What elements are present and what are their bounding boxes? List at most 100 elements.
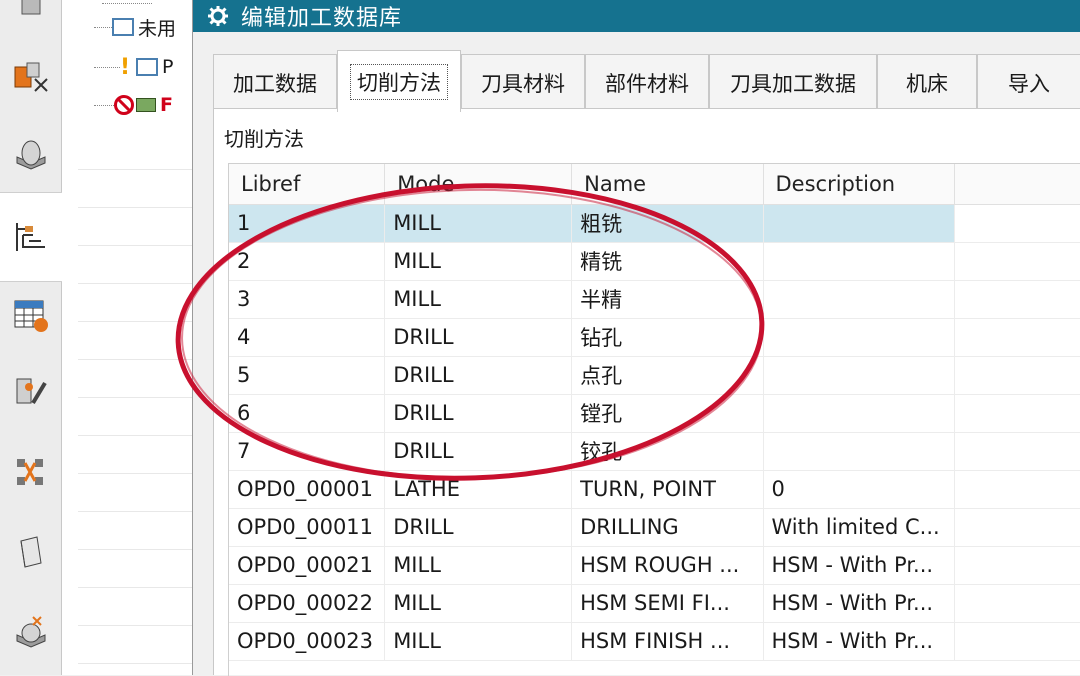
cell-mode: DRILL [384,394,573,433]
tool-setting-icon[interactable] [6,368,56,418]
cell-mode: DRILL [384,318,573,357]
table-row[interactable]: OPD0_00022 MILL HSM SEMI FI... HSM - With P… [229,584,1080,623]
cell-mode: MILL [384,204,573,243]
cell-libref: OPD0_00001 [229,470,386,509]
column-header-mode[interactable]: Mode [384,164,573,205]
column-header-name[interactable]: Name [571,164,764,205]
table-row[interactable]: OPD0_00023 MILL HSM FINISH ... HSM - With P… [229,622,1080,661]
cell-description [763,432,956,471]
cell-name: 镗孔 [571,394,764,433]
cell-mode: MILL [384,242,573,281]
cell-name: HSM SEMI FI... [571,584,764,623]
cell-filler [954,242,1080,281]
cell-name: 半精 [571,280,764,319]
table-row[interactable]: 7 DRILL 铰孔 [229,432,1080,471]
cell-description [763,204,956,243]
library-icon[interactable] [6,528,56,578]
cell-description: 0 [763,470,956,509]
process-icon[interactable] [6,448,56,498]
tab-panel-cut-methods: 切削方法 Libref Mode Name Description 1 MILL 粗… [213,108,1080,676]
operation-icon [136,98,156,112]
tab-strip: 加工数据 切削方法 刀具材料 部件材料 刀具加工数据 机床 导入 [213,50,1080,112]
cell-name: HSM ROUGH ... [571,546,764,585]
table-row[interactable]: OPD0_00001 LATHE TURN, POINT 0 [229,470,1080,509]
tab-label: 加工数据 [233,71,317,96]
cell-name: 粗铣 [571,204,764,243]
cell-mode: MILL [384,280,573,319]
cell-libref: 3 [229,280,386,319]
assembly-icon[interactable] [6,52,56,102]
cell-libref: OPD0_00023 [229,622,386,661]
tab-label: 导入 [1008,71,1050,96]
left-toolbar [0,0,62,675]
cell-filler [954,470,1080,509]
table-row[interactable]: 6 DRILL 镗孔 [229,394,1080,433]
folder-icon [136,58,159,76]
cell-name: 钻孔 [571,318,764,357]
cell-mode: DRILL [384,356,573,395]
cell-filler [954,356,1080,395]
table-row[interactable]: 4 DRILL 钻孔 [229,318,1080,357]
cell-filler [954,546,1080,585]
cell-filler [954,584,1080,623]
tree-item-warning[interactable]: ! P [62,54,202,80]
tree-item-label: 未用 [138,17,177,40]
tab-machine-tool[interactable]: 机床 [877,54,977,110]
operation-navigator-tree: 未用 ! P F [62,0,202,675]
feature-icon[interactable] [6,608,56,658]
table-icon[interactable] [6,290,56,340]
tab-tool-materials[interactable]: 刀具材料 [461,54,585,110]
cell-libref: 1 [229,204,386,243]
tab-label: 刀具材料 [481,71,565,96]
cell-libref: OPD0_00021 [229,546,386,585]
column-header-libref[interactable]: Libref [229,164,386,205]
cell-mode: DRILL [384,508,573,547]
cell-description: With limited C... [763,508,956,547]
table-row[interactable]: OPD0_00011 DRILL DRILLING With limited C... [229,508,1080,547]
table-row[interactable]: 3 MILL 半精 [229,280,1080,319]
operation-navigator-icon[interactable] [0,192,62,282]
table-header-row: Libref Mode Name Description [229,164,1080,205]
edit-machining-database-dialog: 编辑加工数据库 加工数据 切削方法 刀具材料 部件材料 刀具加工数据 机床 导入… [192,0,1080,676]
cell-filler [954,394,1080,433]
cell-mode: MILL [384,584,573,623]
tab-label: 机床 [906,71,948,96]
cell-libref: OPD0_00011 [229,508,386,547]
cell-libref: 6 [229,394,386,433]
tree-item-unused[interactable]: 未用 [62,14,202,40]
cell-description: HSM - With Pr... [763,622,956,661]
dialog-title-bar[interactable]: 编辑加工数据库 [193,0,1080,32]
cell-mode: MILL [384,546,573,585]
tab-import[interactable]: 导入 [977,54,1080,110]
cell-libref: 5 [229,356,386,395]
table-row[interactable]: OPD0_00021 MILL HSM ROUGH ... HSM - With Pr… [229,546,1080,585]
machine-tool-icon[interactable] [6,130,56,180]
cell-name: 精铣 [571,242,764,281]
cell-mode: LATHE [384,470,573,509]
table-body: 1 MILL 粗铣 2 MILL 精铣 3 MILL 半精 4 DRILL 钻孔 5 DRILL 点孔 6 DR… [229,204,1080,661]
table-row[interactable]: 1 MILL 粗铣 [229,204,1080,243]
gear-icon [207,5,229,27]
cell-libref: 4 [229,318,386,357]
tab-cut-methods[interactable]: 切削方法 [337,50,461,112]
tree-item-prohibited[interactable]: F [62,92,202,118]
tree-grid-lines [78,132,198,672]
cell-mode: MILL [384,622,573,661]
table-row[interactable]: 5 DRILL 点孔 [229,356,1080,395]
tab-label: 部件材料 [605,71,689,96]
cell-filler [954,318,1080,357]
prohibited-icon [114,95,134,115]
tab-machining-data[interactable]: 加工数据 [213,54,337,110]
table-row[interactable]: 2 MILL 精铣 [229,242,1080,281]
cell-mode: DRILL [384,432,573,471]
tree-item-label: F [160,94,173,116]
column-header-description[interactable]: Description [763,164,956,205]
section-label: 切削方法 [224,127,304,151]
cell-description: HSM - With Pr... [763,584,956,623]
tab-part-materials[interactable]: 部件材料 [585,54,709,110]
cell-libref: 7 [229,432,386,471]
cell-description [763,242,956,281]
tab-tool-machining-data[interactable]: 刀具加工数据 [709,54,877,110]
part-navigator-icon[interactable] [6,0,56,28]
cell-filler [954,204,1080,243]
